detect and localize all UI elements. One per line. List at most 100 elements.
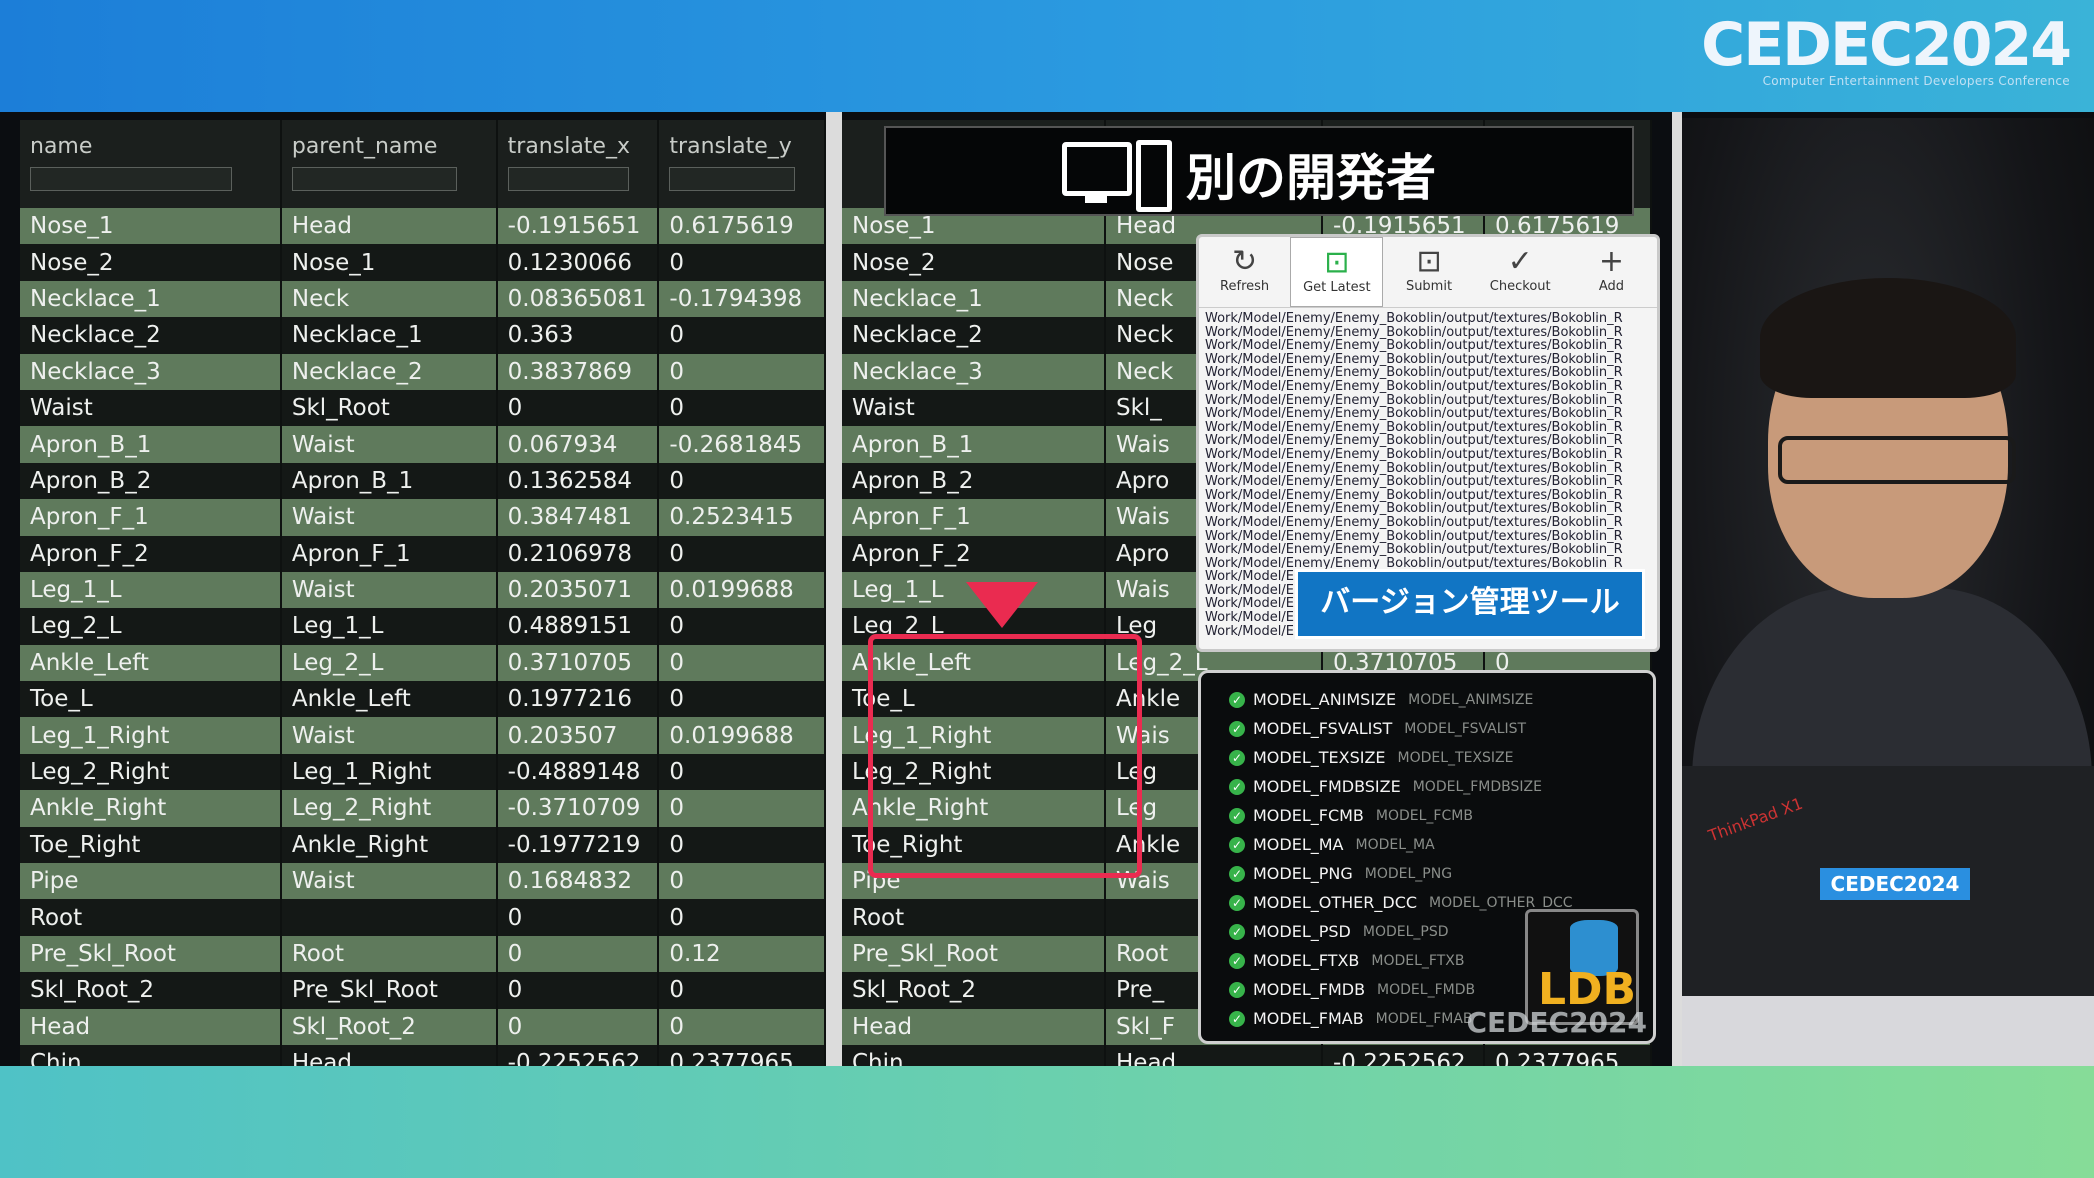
table-cell[interactable]: Necklace_1 <box>280 317 498 354</box>
table-cell[interactable]: Apron_B_1 <box>842 426 1106 463</box>
table-cell[interactable]: 0 <box>496 935 660 973</box>
table-cell[interactable]: 0.067934 <box>496 426 660 463</box>
table-row[interactable]: Necklace_3 Necklace_2 0.3837869 0 <box>20 353 826 390</box>
table-cell[interactable]: Head <box>1105 1044 1323 1066</box>
table-cell[interactable]: Apron_F_2 <box>842 535 1106 572</box>
table-cell[interactable]: Root <box>280 935 498 973</box>
table-row[interactable]: Pipe Waist 0.1684832 0 <box>20 863 826 900</box>
table-cell[interactable]: Head <box>280 208 498 245</box>
table-row[interactable]: Chin Head -0.2252562 0.2377965 <box>842 1044 1652 1066</box>
table-row[interactable]: Head Skl_Root_2 0 0 <box>20 1008 826 1045</box>
ldb-item[interactable]: ✓ MODEL_MA MODEL_MA <box>1201 830 1653 859</box>
table-cell[interactable]: Ankle_Right <box>20 790 282 827</box>
file-path-row[interactable]: Work/Model/Enemy/Enemy_Bokoblin/output/t… <box>1205 502 1651 516</box>
ldb-item[interactable]: ✓ MODEL_PNG MODEL_PNG <box>1201 859 1653 888</box>
file-path-row[interactable]: Work/Model/Enemy/Enemy_Bokoblin/output/t… <box>1205 366 1651 380</box>
vcs-add-button[interactable]: + Add <box>1566 237 1657 307</box>
table-cell[interactable]: 0 <box>496 899 660 936</box>
table-cell[interactable]: Toe_Right <box>20 826 282 864</box>
table-row[interactable]: Ankle_Left Leg_2_L 0.3710705 0 <box>20 644 826 682</box>
table-cell[interactable]: 0.08365081 <box>496 280 660 318</box>
file-path-row[interactable]: Work/Model/Enemy/Enemy_Bokoblin/output/t… <box>1205 325 1651 340</box>
table-cell[interactable]: Skl_Root_2 <box>842 972 1106 1009</box>
table-row[interactable]: Necklace_1 Neck 0.08365081 -0.1794398 <box>20 280 826 318</box>
table-cell[interactable]: Leg_1_L <box>280 608 498 645</box>
table-cell[interactable]: 0.3847481 <box>496 499 660 536</box>
table-cell[interactable]: -0.1915651 <box>496 208 660 245</box>
table-cell[interactable]: Leg_2_Right <box>20 753 282 791</box>
file-path-row[interactable]: Work/Model/Enemy/Enemy_Bokoblin/output/t… <box>1205 434 1651 448</box>
table-cell[interactable]: Leg_2_Right <box>280 790 498 827</box>
file-path-row[interactable]: Work/Model/Enemy/Enemy_Bokoblin/output/t… <box>1205 516 1651 530</box>
table-cell[interactable]: 0 <box>658 899 826 936</box>
file-path-row[interactable]: Work/Model/Enemy/Enemy_Bokoblin/output/t… <box>1205 448 1651 462</box>
table-row[interactable]: Leg_2_Right Leg_1_Right -0.4889148 0 <box>20 753 826 791</box>
table-cell[interactable]: Ankle_Right <box>280 826 498 864</box>
table-cell[interactable]: -0.1977219 <box>496 826 660 864</box>
table-cell[interactable]: -0.1794398 <box>658 280 826 318</box>
table-cell[interactable]: Ankle_Left <box>280 681 498 718</box>
table-cell[interactable]: 0 <box>658 753 826 791</box>
table-cell[interactable]: 0 <box>496 1008 660 1045</box>
table-row[interactable]: Leg_1_Right Waist 0.203507 0.0199688 <box>20 717 826 754</box>
table-cell[interactable]: Waist <box>280 426 498 463</box>
table-cell[interactable]: Apron_F_1 <box>842 499 1106 536</box>
filter-input[interactable] <box>669 167 796 191</box>
file-path-row[interactable]: Work/Model/Enemy/Enemy_Bokoblin/output/t… <box>1205 421 1651 435</box>
table-row[interactable]: Apron_B_2 Apron_B_1 0.1362584 0 <box>20 462 826 500</box>
table-cell[interactable]: Leg_2_L <box>20 608 282 645</box>
table-cell[interactable]: 0 <box>658 353 826 390</box>
table-cell[interactable]: -0.2252562 <box>1322 1044 1485 1066</box>
vcs-submit-button[interactable]: ⊡ Submit <box>1383 237 1474 307</box>
vcs-get-latest-button[interactable]: ⊡ Get Latest <box>1290 237 1384 307</box>
table-row[interactable]: Ankle_Right Leg_2_Right -0.3710709 0 <box>20 790 826 827</box>
table-cell[interactable]: Root <box>842 899 1106 936</box>
table-cell[interactable]: -0.4889148 <box>496 753 660 791</box>
table-cell[interactable]: Leg_1_Right <box>20 717 282 754</box>
table-cell[interactable]: Ankle_Left <box>20 644 282 682</box>
table-cell[interactable]: Necklace_1 <box>842 280 1106 318</box>
table-cell[interactable]: 0.0199688 <box>658 571 826 609</box>
table-row[interactable]: Toe_Right Ankle_Right -0.1977219 0 <box>20 826 826 864</box>
table-cell[interactable]: 0 <box>658 535 826 572</box>
table-cell[interactable]: Pre_Skl_Root <box>280 972 498 1009</box>
table-cell[interactable]: Apron_F_2 <box>20 535 282 572</box>
table-cell[interactable]: 0.363 <box>496 317 660 354</box>
col-header[interactable]: parent_name <box>280 120 498 208</box>
file-path-row[interactable]: Work/Model/Enemy/Enemy_Bokoblin/output/t… <box>1205 475 1651 489</box>
file-path-row[interactable]: Work/Model/Enemy/Enemy_Bokoblin/output/t… <box>1205 529 1651 544</box>
file-path-row[interactable]: Work/Model/Enemy/Enemy_Bokoblin/output/t… <box>1205 393 1651 408</box>
file-path-row[interactable]: Work/Model/Enemy/Enemy_Bokoblin/output/t… <box>1205 407 1651 421</box>
table-cell[interactable]: -0.2252562 <box>496 1044 660 1066</box>
table-cell[interactable]: 0.2035071 <box>496 571 660 609</box>
ldb-item[interactable]: ✓ MODEL_FCMB MODEL_FCMB <box>1201 801 1653 830</box>
table-cell[interactable]: Nose_1 <box>20 208 282 245</box>
table-cell[interactable]: 0 <box>658 863 826 900</box>
table-row[interactable]: Apron_B_1 Waist 0.067934 -0.2681845 <box>20 426 826 463</box>
table-cell[interactable]: -0.3710709 <box>496 790 660 827</box>
table-cell[interactable]: 0 <box>658 644 826 682</box>
table-cell[interactable]: Necklace_2 <box>280 353 498 390</box>
table-row[interactable]: Nose_2 Nose_1 0.1230066 0 <box>20 244 826 281</box>
table-cell[interactable]: 0.3837869 <box>496 353 660 390</box>
table-cell[interactable]: 0.3710705 <box>496 644 660 682</box>
table-cell[interactable]: Apron_B_1 <box>280 462 498 500</box>
table-cell[interactable]: 0.1362584 <box>496 462 660 500</box>
table-cell[interactable]: 0.12 <box>658 935 826 973</box>
table-cell[interactable]: 0 <box>658 790 826 827</box>
table-cell[interactable]: Chin <box>20 1044 282 1066</box>
ldb-item[interactable]: ✓ MODEL_ANIMSIZE MODEL_ANIMSIZE <box>1201 685 1653 714</box>
table-cell[interactable]: 0 <box>658 462 826 500</box>
table-cell[interactable]: 0.2377965 <box>658 1044 826 1066</box>
table-cell[interactable]: Head <box>842 1008 1106 1045</box>
table-cell[interactable]: Head <box>20 1008 282 1045</box>
table-row[interactable]: Apron_F_1 Waist 0.3847481 0.2523415 <box>20 499 826 536</box>
file-path-row[interactable]: Work/Model/Enemy/Enemy_Bokoblin/output/t… <box>1205 543 1651 557</box>
file-path-row[interactable]: Work/Model/Enemy/Enemy_Bokoblin/output/t… <box>1205 353 1651 367</box>
table-cell[interactable]: Root <box>20 899 282 936</box>
table-cell[interactable]: Leg_1_L <box>20 571 282 609</box>
table-row[interactable]: Necklace_2 Necklace_1 0.363 0 <box>20 317 826 354</box>
table-cell[interactable]: Necklace_3 <box>842 353 1106 390</box>
vcs-checkout-button[interactable]: ✓ Checkout <box>1475 237 1566 307</box>
col-header[interactable]: translate_x <box>496 120 660 208</box>
